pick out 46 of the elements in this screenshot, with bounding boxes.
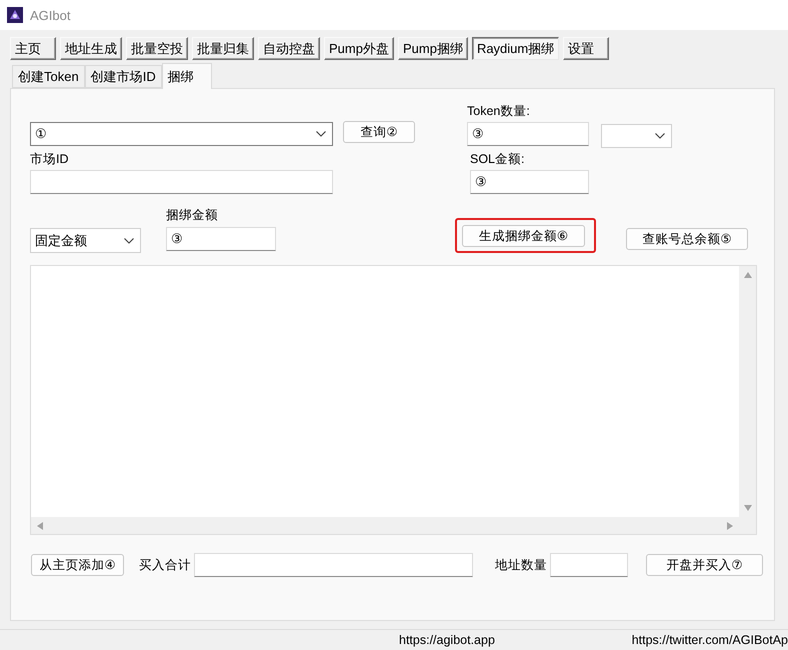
main-tab[interactable]: 批量空投: [126, 37, 188, 60]
sub-tab[interactable]: 创建市场ID: [84, 65, 162, 88]
scroll-up-icon[interactable]: [744, 272, 752, 278]
chevron-down-icon: [124, 238, 134, 244]
vertical-scrollbar[interactable]: [739, 266, 756, 517]
main-tab[interactable]: Pump捆绑: [398, 37, 468, 60]
scroll-down-icon[interactable]: [744, 505, 752, 511]
token-combo[interactable]: ①: [30, 122, 333, 146]
buy-total-field[interactable]: [194, 553, 473, 577]
log-textarea[interactable]: [30, 265, 757, 535]
field-label: Token数量:: [467, 103, 531, 120]
status-link[interactable]: https://twitter.com/AGIBotAp: [632, 633, 788, 647]
window-title: AGIbot: [30, 8, 70, 22]
launch-buy-button[interactable]: 开盘并买入⑦: [646, 554, 763, 576]
sol-amount-field[interactable]: ③: [470, 170, 589, 194]
unit-combo[interactable]: [601, 124, 672, 148]
field-label: 地址数量: [495, 556, 547, 574]
amount-mode-combo[interactable]: 固定金额: [30, 228, 141, 253]
status-link[interactable]: https://agibot.app: [399, 633, 495, 647]
generate-button[interactable]: 生成捆绑金额⑥: [462, 225, 585, 247]
field-label: SOL金额:: [470, 151, 526, 168]
app-logo-icon: [7, 7, 23, 23]
main-tab[interactable]: 主页: [10, 37, 56, 60]
token-amount-field[interactable]: ③: [467, 122, 589, 146]
chevron-down-icon: [655, 133, 665, 139]
sub-tab[interactable]: 创建Token: [12, 65, 85, 88]
main-tab[interactable]: Raydium捆绑: [472, 37, 560, 60]
field-label: 市场ID: [30, 151, 70, 168]
field-label: 捆绑金额: [166, 207, 218, 224]
query-button[interactable]: 查询②: [343, 121, 415, 143]
field-label: 买入合计: [139, 556, 191, 574]
bundle-amount-field[interactable]: ③: [166, 227, 276, 251]
market-id-field[interactable]: [30, 170, 333, 194]
scroll-right-icon[interactable]: [727, 522, 733, 530]
main-tab[interactable]: 批量归集: [192, 37, 254, 60]
address-count-field[interactable]: [550, 553, 628, 577]
horizontal-scrollbar[interactable]: [31, 517, 739, 534]
main-tab[interactable]: 自动控盘: [258, 37, 320, 60]
balance-button[interactable]: 查账号总余额⑤: [626, 228, 748, 250]
main-tab[interactable]: 地址生成: [60, 37, 122, 60]
main-tab[interactable]: 设置: [563, 37, 610, 60]
add-from-home-button[interactable]: 从主页添加④: [31, 554, 124, 576]
chevron-down-icon: [316, 131, 326, 137]
scroll-left-icon[interactable]: [37, 522, 43, 530]
sub-tab[interactable]: 捆绑: [162, 63, 212, 89]
main-tab[interactable]: Pump外盘: [324, 37, 394, 60]
